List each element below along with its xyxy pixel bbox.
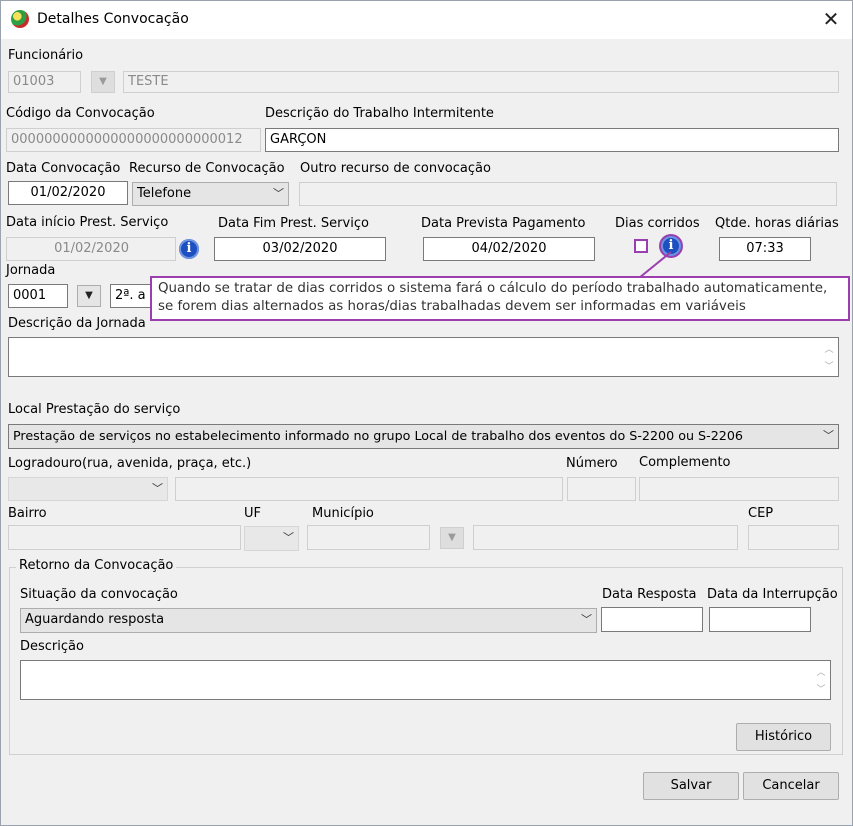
jornada-label: Jornada xyxy=(6,263,56,278)
chevron-down-icon: ﹀ xyxy=(152,482,163,495)
tooltip-line-2: se forem dias alternados as horas/dias t… xyxy=(158,299,746,314)
recurso-select-value: Telefone xyxy=(137,186,192,201)
outro-recurso-label: Outro recurso de convocação xyxy=(300,161,491,176)
outro-recurso-field[interactable] xyxy=(299,182,837,206)
bairro-field[interactable] xyxy=(8,525,241,550)
salvar-button[interactable]: Salvar xyxy=(643,772,739,800)
recurso-select[interactable]: Telefone ﹀ xyxy=(132,182,289,206)
complemento-field[interactable] xyxy=(639,477,839,501)
logradouro-type-select[interactable]: ﹀ xyxy=(8,477,168,501)
complemento-label: Complemento xyxy=(639,455,731,470)
recurso-label: Recurso de Convocação xyxy=(129,161,285,176)
data-resposta-label: Data Resposta xyxy=(602,587,697,602)
municipio-code-field[interactable] xyxy=(307,525,430,550)
descricao-retorno-label: Descrição xyxy=(20,639,84,654)
funcionario-code-field[interactable]: 01003 xyxy=(8,71,81,93)
qtde-horas-field[interactable]: 07:33 xyxy=(719,237,811,261)
local-label: Local Prestação do serviço xyxy=(8,402,181,417)
historico-button[interactable]: Histórico xyxy=(736,723,831,751)
jornada-code-field[interactable]: 0001 xyxy=(8,284,68,308)
data-interrupcao-field[interactable] xyxy=(709,607,811,632)
qtde-horas-label: Qtde. horas diárias xyxy=(715,216,839,231)
info-icon[interactable]: i xyxy=(179,239,199,259)
codigo-label: Código da Convocação xyxy=(6,106,155,121)
numero-field[interactable] xyxy=(567,477,636,501)
logradouro-field[interactable] xyxy=(175,477,563,501)
municipio-name-field[interactable] xyxy=(473,525,738,550)
tooltip: Quando se tratar de dias corridos o sist… xyxy=(150,276,850,321)
data-pagamento-field[interactable]: 04/02/2020 xyxy=(423,237,595,261)
descricao-trabalho-label: Descrição do Trabalho Intermitente xyxy=(265,106,494,121)
chevron-down-icon: ﹀ xyxy=(823,429,834,442)
local-select-value: Prestação de serviços no estabelecimento… xyxy=(13,428,743,443)
bairro-label: Bairro xyxy=(8,506,47,521)
situacao-label: Situação da convocação xyxy=(20,587,178,602)
situacao-select-value: Aguardando resposta xyxy=(25,612,165,627)
descricao-trabalho-field[interactable]: GARÇON xyxy=(265,128,839,152)
uf-select[interactable]: ﹀ xyxy=(244,526,299,551)
data-inicio-label: Data início Prest. Serviço xyxy=(6,215,169,230)
data-resposta-field[interactable] xyxy=(601,607,703,632)
jornada-dropdown-button[interactable]: ▼ xyxy=(77,285,101,307)
data-convocacao-label: Data Convocação xyxy=(6,161,121,176)
municipio-dropdown-button[interactable]: ▼ xyxy=(440,527,464,549)
codigo-field[interactable]: 0000000000000000000000000012 xyxy=(6,128,261,152)
cep-field[interactable] xyxy=(748,525,839,550)
numero-label: Número xyxy=(566,456,618,471)
retorno-group-label: Retorno da Convocação xyxy=(16,558,177,573)
chevron-down-icon: ﹀ xyxy=(581,613,592,626)
scrollbar[interactable]: ︿ ﹀ xyxy=(822,340,836,374)
scrollbar[interactable]: ︿ ﹀ xyxy=(814,663,828,697)
cancelar-button[interactable]: Cancelar xyxy=(743,772,839,800)
logradouro-label: Logradouro(rua, avenida, praça, etc.) xyxy=(8,456,252,471)
descricao-jornada-textarea[interactable]: ︿ ﹀ xyxy=(8,337,839,377)
data-convocacao-field[interactable]: 01/02/2020 xyxy=(8,181,128,205)
dias-corridos-label: Dias corridos xyxy=(615,216,700,231)
title-bar: Detalhes Convocação ✕ xyxy=(1,1,852,39)
local-select[interactable]: Prestação de serviços no estabelecimento… xyxy=(8,424,839,449)
descricao-jornada-label: Descrição da Jornada xyxy=(8,316,146,331)
data-interrupcao-label: Data da Interrupção xyxy=(707,587,838,602)
funcionario-name-field[interactable]: TESTE xyxy=(123,71,839,93)
data-fim-field[interactable]: 03/02/2020 xyxy=(214,237,386,261)
chevron-down-icon: ﹀ xyxy=(273,187,284,200)
window-title: Detalhes Convocação xyxy=(37,11,189,27)
app-icon xyxy=(11,10,29,28)
dialog-window: Detalhes Convocação ✕ Funcionário 01003 … xyxy=(0,0,853,826)
funcionario-label: Funcionário xyxy=(8,48,84,63)
funcionario-dropdown-button[interactable]: ▼ xyxy=(91,71,115,93)
chevron-down-icon: ﹀ xyxy=(283,531,294,544)
close-icon[interactable]: ✕ xyxy=(819,7,843,31)
data-inicio-field[interactable]: 01/02/2020 xyxy=(6,237,176,261)
tooltip-line-1: Quando se tratar de dias corridos o sist… xyxy=(158,281,828,296)
situacao-select[interactable]: Aguardando resposta ﹀ xyxy=(20,608,597,633)
data-fim-label: Data Fim Prest. Serviço xyxy=(218,216,369,231)
cep-label: CEP xyxy=(748,506,774,521)
data-pagamento-label: Data Prevista Pagamento xyxy=(421,216,586,231)
municipio-label: Município xyxy=(312,506,374,521)
uf-label: UF xyxy=(244,506,261,521)
descricao-retorno-textarea[interactable]: ︿ ﹀ xyxy=(20,660,831,700)
